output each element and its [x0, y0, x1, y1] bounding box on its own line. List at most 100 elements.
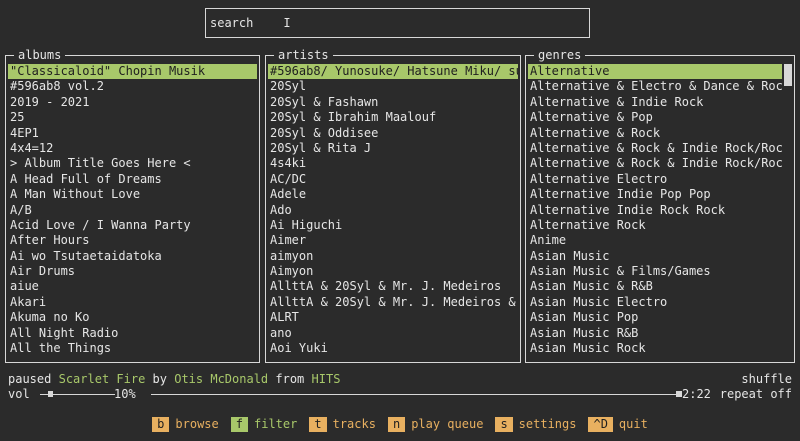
- genres-list-item[interactable]: Alternative Indie Rock Rock: [528, 203, 782, 218]
- albums-list-item[interactable]: Akari: [8, 295, 257, 310]
- key-label: filter: [254, 417, 298, 431]
- key-label: quit: [618, 417, 648, 431]
- artists-list-item[interactable]: Aoi Yuki: [268, 341, 518, 356]
- volume-label: vol: [8, 387, 30, 401]
- playback-state: paused: [8, 372, 52, 386]
- genres-list-item[interactable]: Alternative & Rock & Indie Rock/Rock ..: [528, 156, 782, 171]
- artists-list-item[interactable]: 20Syl & Ibrahim Maalouf: [268, 110, 518, 125]
- albums-list-item[interactable]: Akuma no Ko: [8, 310, 257, 325]
- albums-list-item[interactable]: > Album Title Goes Here <: [8, 156, 257, 171]
- search-input[interactable]: search I: [205, 8, 590, 38]
- artists-list-item[interactable]: Adele: [268, 187, 518, 202]
- now-playing: paused Scarlet Fire by Otis McDonald fro…: [8, 372, 792, 386]
- genres-list-item[interactable]: Alternative: [528, 64, 782, 80]
- genres-list-item[interactable]: Alternative Rock: [528, 218, 782, 233]
- key-label: play queue: [411, 417, 484, 431]
- artists-list-item[interactable]: 4s4ki: [268, 156, 518, 171]
- genres-list-item[interactable]: Asian Music Electro: [528, 295, 782, 310]
- genres-list-item[interactable]: Alternative Electro: [528, 172, 782, 187]
- albums-list-item[interactable]: Acid Love / I Wanna Party: [8, 218, 257, 233]
- albums-list-item[interactable]: 2019 - 2021: [8, 95, 257, 110]
- genres-list-item[interactable]: Asian Music & Films/Games: [528, 264, 782, 279]
- albums-list-item[interactable]: A Head Full of Dreams: [8, 172, 257, 187]
- genres-scrollbar[interactable]: [784, 64, 792, 86]
- albums-list-item[interactable]: aiue: [8, 279, 257, 294]
- key-cap: ^D: [588, 417, 613, 432]
- key-label: settings: [518, 417, 577, 431]
- artists-list-item[interactable]: 20Syl: [268, 79, 518, 94]
- artists-list-item[interactable]: AllttA & 20Syl & Mr. J. Medeiros: [268, 279, 518, 294]
- keybind-quit[interactable]: ^D quit: [588, 417, 648, 432]
- genres-list-item[interactable]: Alternative & Pop: [528, 110, 782, 125]
- key-cap: s: [495, 417, 513, 432]
- artists-list-item[interactable]: 20Syl & Fashawn: [268, 95, 518, 110]
- albums-list-item[interactable]: All the Things: [8, 341, 257, 356]
- genres-list-item[interactable]: Anime: [528, 233, 782, 248]
- artists-list-item[interactable]: #596ab8/ Yunosuke/ Hatsune Miku/ su..: [268, 64, 518, 80]
- from-label: from: [275, 372, 305, 386]
- artists-list-item[interactable]: Aimer: [268, 233, 518, 248]
- keybind-browse[interactable]: b browse: [152, 417, 219, 432]
- albums-list-item[interactable]: 4EP1: [8, 126, 257, 141]
- repeat-toggle[interactable]: repeat off: [720, 387, 792, 401]
- key-cap: b: [152, 417, 170, 432]
- artist-name: Otis McDonald: [174, 372, 269, 386]
- progress-bar[interactable]: [151, 394, 676, 395]
- genres-list-item[interactable]: Alternative Indie Pop Pop: [528, 187, 782, 202]
- playback-controls: vol 10% 2:22 repeat off: [8, 387, 792, 401]
- albums-list-item[interactable]: A Man Without Love: [8, 187, 257, 202]
- artists-list-item[interactable]: 20Syl & Oddisee: [268, 126, 518, 141]
- albums-panel[interactable]: albums "Classicaloid" Chopin Musik #596ab…: [5, 48, 260, 363]
- key-cap: t: [309, 417, 327, 432]
- albums-list-item[interactable]: All Night Radio: [8, 326, 257, 341]
- albums-list-item[interactable]: 25: [8, 110, 257, 125]
- artists-title: artists: [274, 48, 333, 62]
- albums-list[interactable]: "Classicaloid" Chopin Musik #596ab8 vol.2…: [8, 64, 257, 360]
- elapsed-time: 2:22: [682, 387, 711, 401]
- keybind-bar: b browse f filter t tracks n play queue s setting…: [0, 417, 800, 432]
- albums-list-item[interactable]: Air Drums: [8, 264, 257, 279]
- text-cursor: I: [283, 16, 291, 30]
- by-label: by: [152, 372, 167, 386]
- artists-list-item[interactable]: AllttA & 20Syl & Mr. J. Medeiros & ..: [268, 295, 518, 310]
- albums-list-item[interactable]: #596ab8 vol.2: [8, 79, 257, 94]
- genres-list-item[interactable]: Asian Music & R&B: [528, 279, 782, 294]
- key-cap: n: [387, 417, 406, 432]
- genres-list-item[interactable]: Asian Music Pop: [528, 310, 782, 325]
- key-cap: f: [230, 417, 248, 432]
- albums-list-item[interactable]: After Hours: [8, 233, 257, 248]
- artists-list[interactable]: #596ab8/ Yunosuke/ Hatsune Miku/ su.. 20S…: [268, 64, 518, 360]
- genres-list-item[interactable]: Alternative & Electro & Dance & Rock ..: [528, 79, 782, 94]
- artists-list-item[interactable]: 20Syl & Rita J: [268, 141, 518, 156]
- key-label: browse: [175, 417, 219, 431]
- albums-list-item[interactable]: Ai wo Tsutaetaidatoka: [8, 249, 257, 264]
- albums-list-item[interactable]: A/B: [8, 203, 257, 218]
- artists-list-item[interactable]: aimyon: [268, 249, 518, 264]
- artists-list-item[interactable]: ALRT: [268, 310, 518, 325]
- genres-title: genres: [534, 48, 586, 62]
- shuffle-toggle[interactable]: shuffle: [741, 372, 792, 386]
- genres-list-item[interactable]: Alternative & Rock: [528, 126, 782, 141]
- keybind-tracks[interactable]: t tracks: [309, 417, 376, 432]
- albums-list-item[interactable]: "Classicaloid" Chopin Musik: [8, 64, 257, 80]
- keybind-settings[interactable]: s settings: [495, 417, 576, 432]
- genres-panel[interactable]: genres Alternative Alternative & Electro …: [525, 48, 795, 363]
- keybind-filter[interactable]: f filter: [230, 417, 298, 432]
- artists-list-item[interactable]: Ado: [268, 203, 518, 218]
- albums-title: albums: [14, 48, 66, 62]
- albums-list-item[interactable]: 4x4=12: [8, 141, 257, 156]
- artists-panel[interactable]: artists #596ab8/ Yunosuke/ Hatsune Miku/…: [265, 48, 521, 363]
- genres-list-item[interactable]: Asian Music R&B: [528, 326, 782, 341]
- album-name: HITS: [311, 372, 341, 386]
- artists-list-item[interactable]: Ai Higuchi: [268, 218, 518, 233]
- genres-list-item[interactable]: Alternative & Indie Rock: [528, 95, 782, 110]
- genres-list[interactable]: Alternative Alternative & Electro & Dance…: [528, 64, 782, 360]
- genres-list-item[interactable]: Alternative & Rock & Indie Rock/Rock ..: [528, 141, 782, 156]
- artists-list-item[interactable]: ano: [268, 326, 518, 341]
- genres-list-item[interactable]: Asian Music Rock: [528, 341, 782, 356]
- genres-list-item[interactable]: Asian Music: [528, 249, 782, 264]
- artists-list-item[interactable]: AC/DC: [268, 172, 518, 187]
- artists-list-item[interactable]: Aimyon: [268, 264, 518, 279]
- keybind-play-queue[interactable]: n play queue: [387, 417, 484, 432]
- volume-knob[interactable]: [47, 391, 53, 397]
